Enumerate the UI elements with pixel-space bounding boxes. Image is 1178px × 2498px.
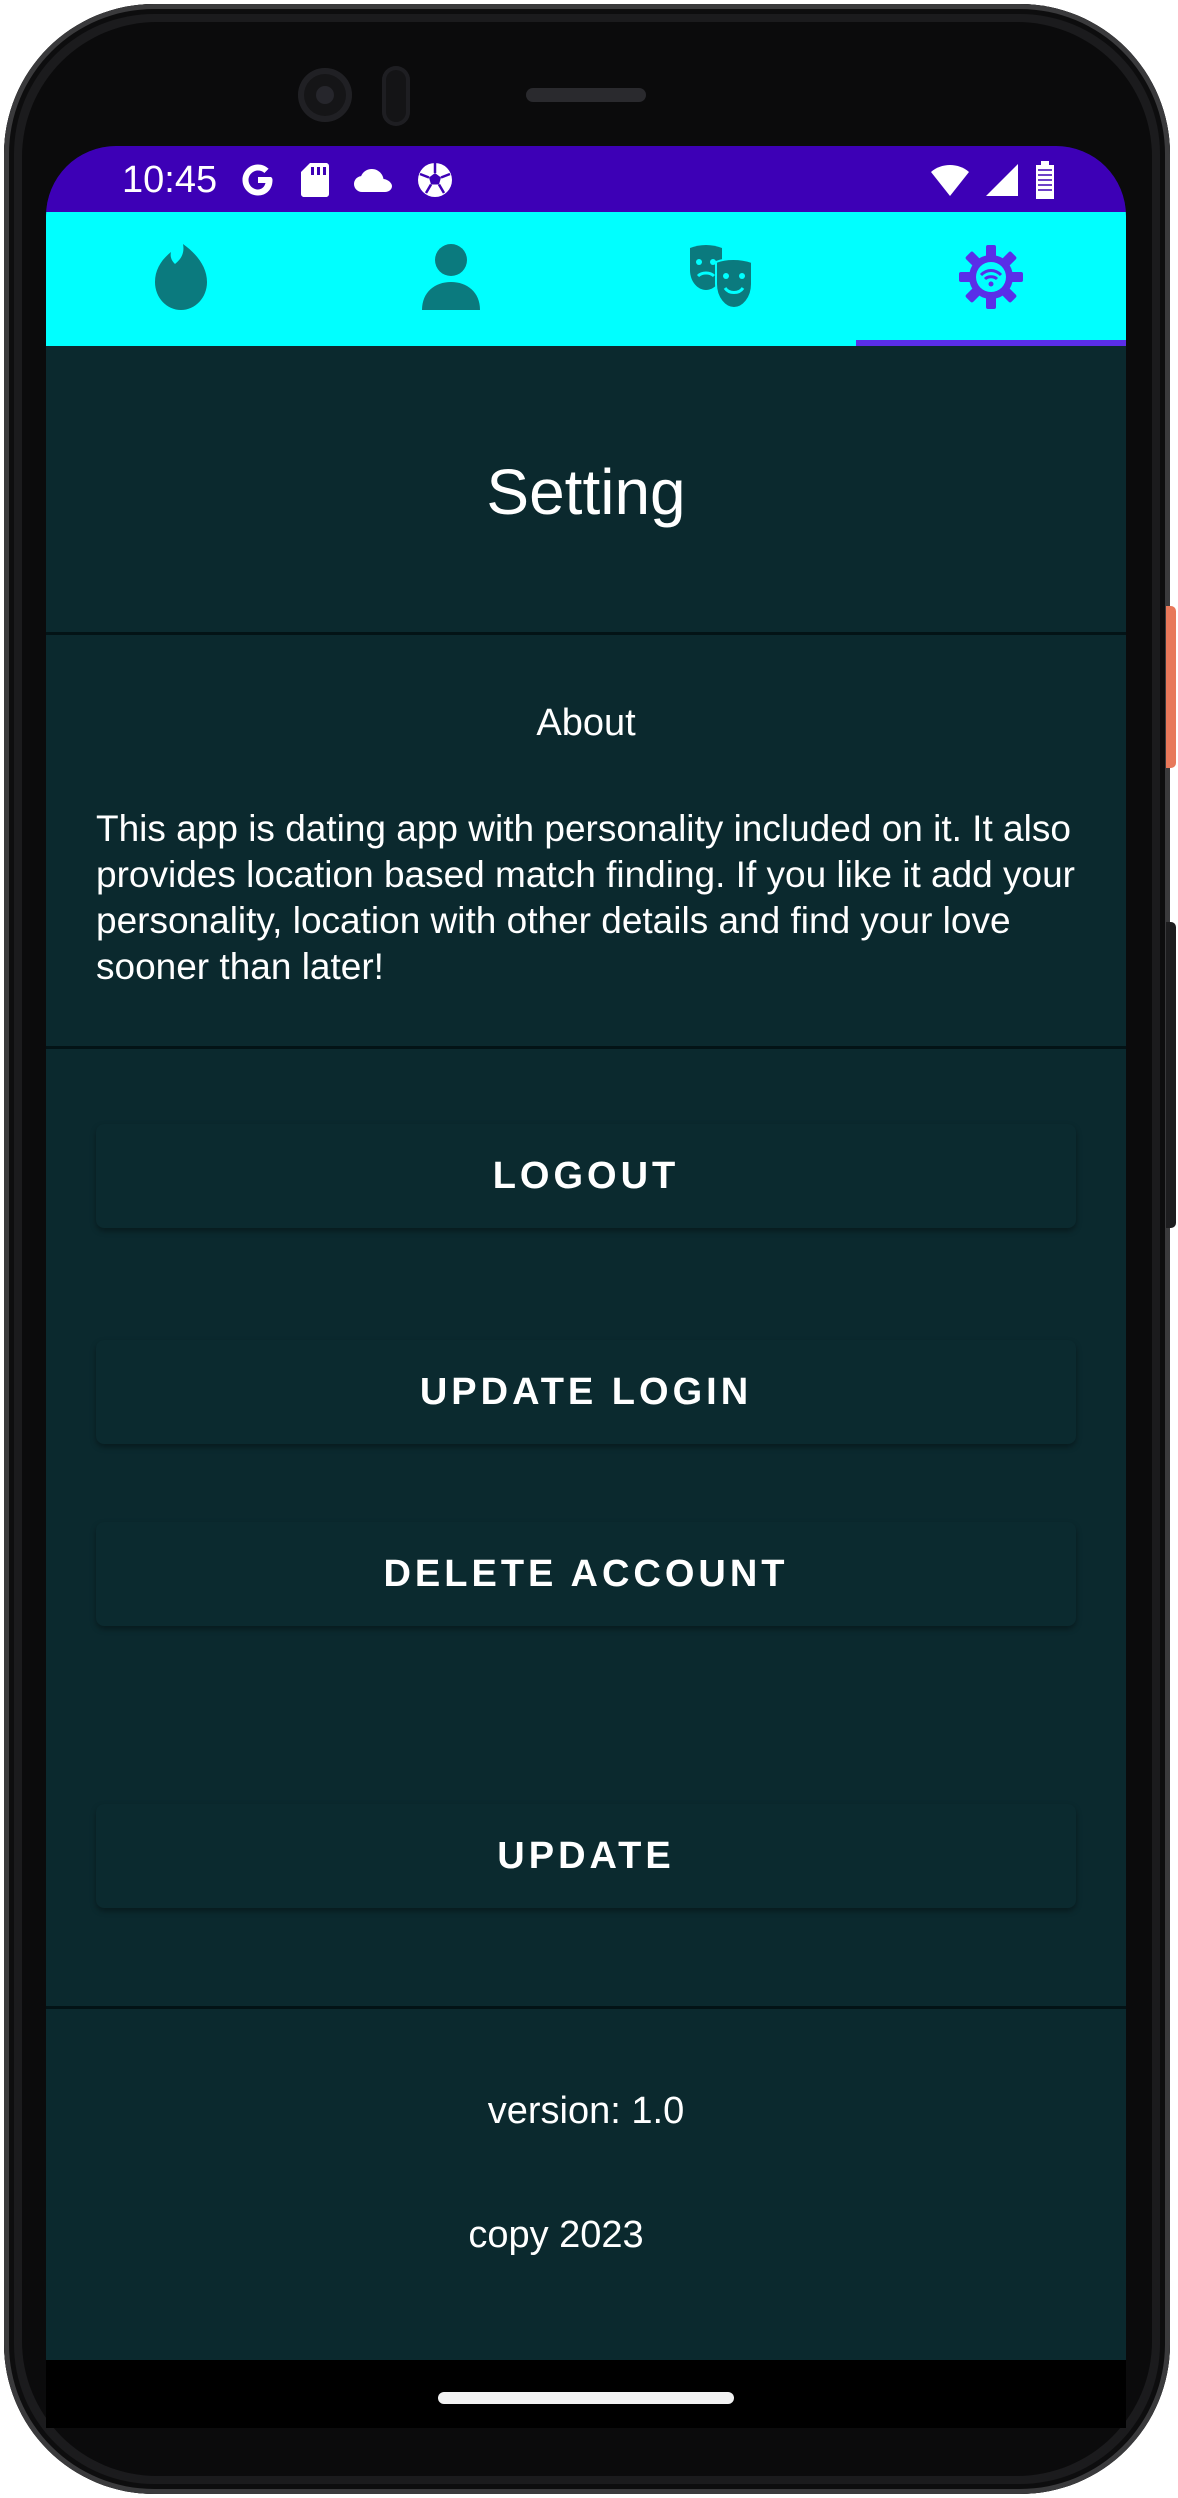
proximity-sensor [382,66,410,126]
volume-button [1166,922,1176,1228]
settings-gear-icon [958,244,1024,315]
settings-content: Setting About This app is dating app wit… [46,346,1126,2428]
screen: 10:45 Setting About This app is dating a… [46,146,1126,2428]
soccer-ball-icon [416,161,454,204]
update-button[interactable]: UPDATE [96,1804,1076,1908]
status-bar: 10:45 [46,146,1126,212]
sd-card-icon [300,160,330,205]
divider [46,2006,1126,2009]
update-login-button[interactable]: UPDATE LOGIN [96,1340,1076,1444]
status-time: 10:45 [122,159,218,201]
logout-button[interactable]: LOGOUT [96,1124,1076,1228]
page-title: Setting [486,456,686,528]
power-button [1166,606,1176,768]
flame-icon [151,242,211,317]
wifi-icon [930,162,970,203]
phone-device: 10:45 Setting About This app is dating a… [0,0,1178,2498]
earpiece-speaker [526,88,646,102]
status-notification-icons [238,160,454,205]
google-icon [238,160,278,205]
cloud-icon [352,164,394,201]
system-navigation-bar [46,2360,1126,2428]
about-heading: About [536,702,636,744]
tab-profile[interactable] [316,212,586,346]
tab-personality[interactable] [586,212,856,346]
cell-signal-icon [984,162,1020,203]
tab-matches[interactable] [46,212,316,346]
about-text: This app is dating app with personality … [96,808,1076,987]
person-icon [420,242,482,317]
status-system-icons [930,160,1056,205]
version-label: version: 1.0 [487,2090,685,2132]
battery-icon [1034,160,1056,205]
divider [46,632,1126,635]
divider [46,1046,1126,1049]
theater-masks-icon [686,242,756,317]
front-camera [298,68,352,122]
copyright-label: copy 2023 [468,2214,644,2256]
tab-settings[interactable] [856,212,1126,346]
top-tab-bar [46,212,1126,346]
home-gesture-handle[interactable] [438,2392,734,2404]
delete-account-button[interactable]: DELETE ACCOUNT [96,1522,1076,1626]
